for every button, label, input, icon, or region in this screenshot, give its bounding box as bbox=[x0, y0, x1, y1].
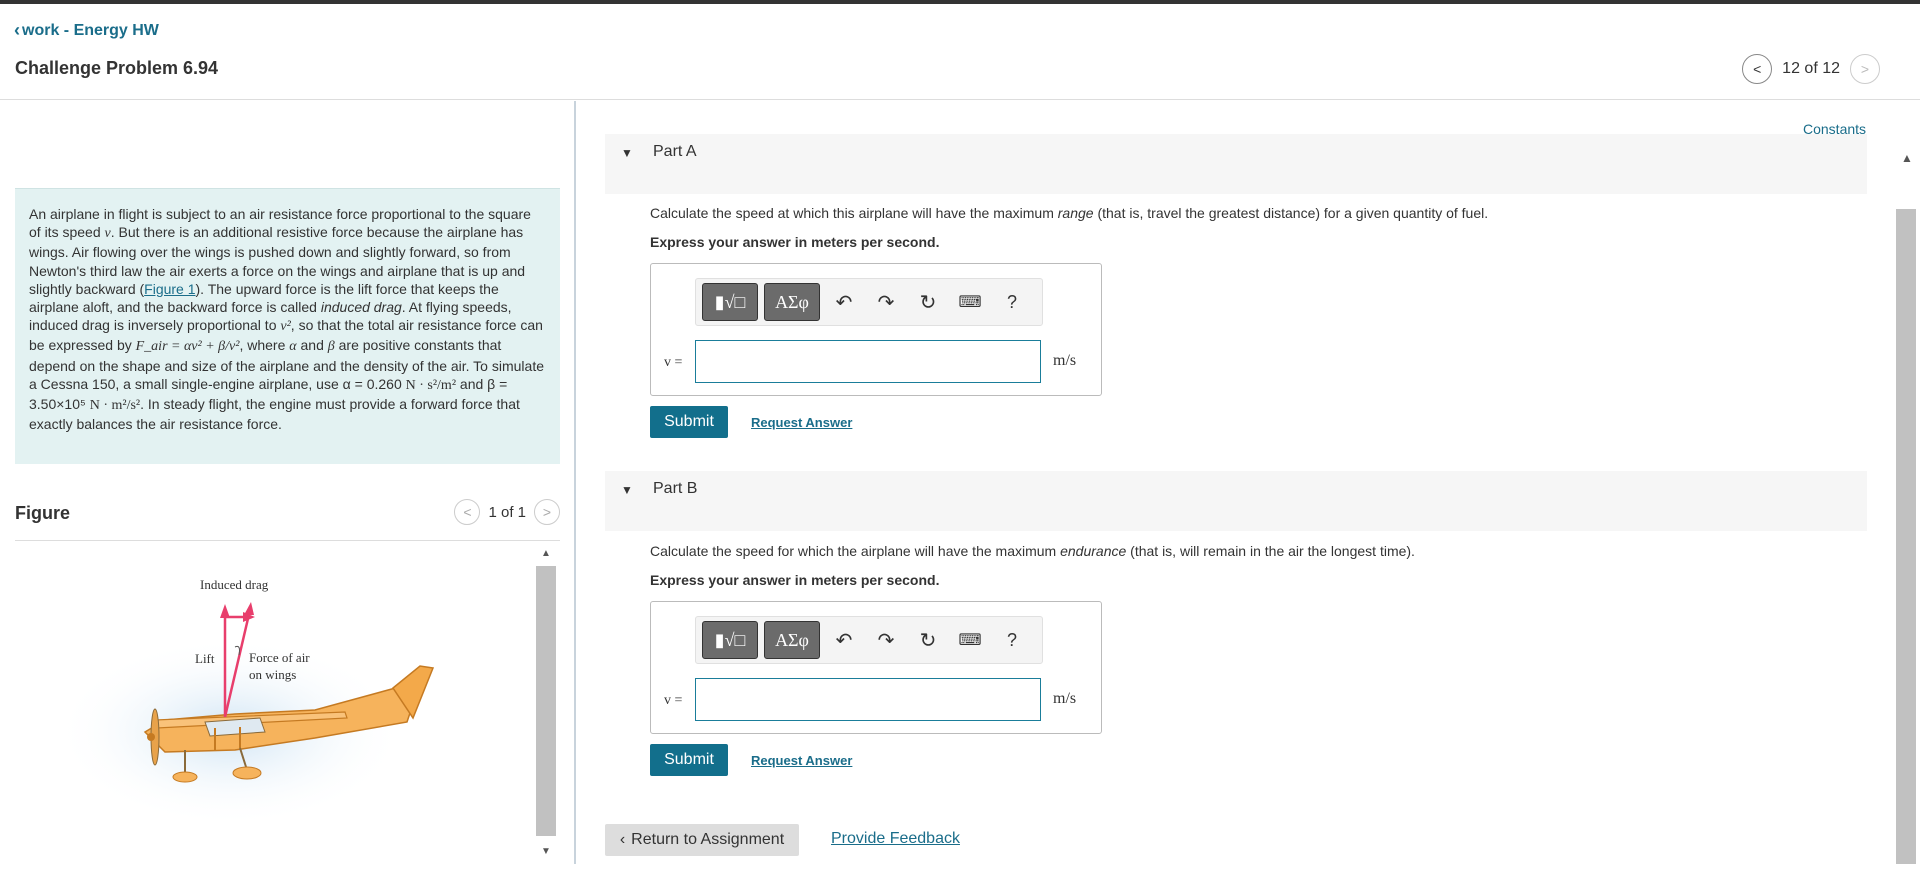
redo-icon[interactable]: ↷ bbox=[868, 290, 904, 315]
propeller-hub bbox=[147, 733, 155, 741]
question-emphasis: range bbox=[1057, 205, 1094, 221]
templates-button[interactable]: ▮√□ bbox=[702, 621, 758, 659]
part-a-answer-input[interactable] bbox=[695, 340, 1041, 383]
keyboard-icon[interactable]: ⌨ bbox=[952, 630, 988, 650]
page-title: Challenge Problem 6.94 bbox=[15, 58, 219, 78]
induced-drag-term: induced drag bbox=[320, 299, 402, 316]
part-b-header[interactable]: ▼ Part B bbox=[605, 471, 1867, 531]
part-b-question: Calculate the speed for which the airpla… bbox=[650, 543, 1415, 559]
collapse-triangle-icon[interactable]: ▼ bbox=[621, 483, 633, 497]
label-on-wings: on wings bbox=[249, 667, 296, 682]
part-b-answer-box: ▮√□ ΑΣφ ↶ ↷ ↻ ⌨ ? v = m/s bbox=[650, 601, 1102, 734]
problem-intro: An airplane in flight is subject to an a… bbox=[15, 188, 560, 464]
symbol-beta: β bbox=[327, 339, 335, 355]
templates-button[interactable]: ▮√□ bbox=[702, 283, 758, 321]
part-b-answer-input[interactable] bbox=[695, 678, 1041, 721]
question-emphasis: endurance bbox=[1060, 543, 1127, 559]
question-text: (that is, travel the greatest distance) … bbox=[1093, 205, 1489, 221]
redo-icon[interactable]: ↷ bbox=[868, 628, 904, 653]
part-a-answer-box: ▮√□ ΑΣφ ↶ ↷ ↻ ⌨ ? v = m/s bbox=[650, 263, 1102, 396]
part-b-submit-button[interactable]: Submit bbox=[650, 744, 728, 776]
figure-1-link[interactable]: Figure 1 bbox=[144, 281, 195, 297]
chevron-left-icon: ‹ bbox=[14, 20, 20, 40]
return-to-assignment-button[interactable]: ‹ Return to Assignment bbox=[605, 824, 799, 856]
scroll-up-icon[interactable]: ▲ bbox=[541, 548, 551, 559]
answer-unit: m/s bbox=[1053, 690, 1077, 707]
scroll-up-icon[interactable]: ▲ bbox=[1901, 151, 1913, 165]
label-induced-drag: Induced drag bbox=[200, 577, 269, 592]
reset-icon[interactable]: ↻ bbox=[910, 290, 946, 315]
figure-scrollbar[interactable]: ▲ ▼ bbox=[536, 544, 556, 864]
question-text: (that is, will remain in the air the lon… bbox=[1126, 543, 1415, 559]
previous-problem-button[interactable]: < bbox=[1742, 54, 1773, 84]
question-text: Calculate the speed at which this airpla… bbox=[650, 205, 1058, 221]
keyboard-icon[interactable]: ⌨ bbox=[952, 292, 988, 312]
part-title: Part A bbox=[653, 143, 697, 160]
math-toolbar: ▮√□ ΑΣφ ↶ ↷ ↻ ⌨ ? bbox=[695, 278, 1043, 326]
next-figure-button[interactable]: > bbox=[534, 499, 560, 525]
chevron-right-icon: > bbox=[1860, 61, 1870, 77]
part-a-instructions: Express your answer in meters per second… bbox=[650, 234, 940, 250]
figure-title: Figure bbox=[15, 503, 71, 523]
previous-figure-button[interactable]: < bbox=[454, 499, 481, 525]
part-b-request-answer-link[interactable]: Request Answer bbox=[751, 753, 852, 768]
alpha-value: α = 0.260 bbox=[342, 375, 402, 392]
back-link-label: work - Energy HW bbox=[22, 21, 159, 39]
answer-variable-label: v = bbox=[664, 355, 683, 370]
alpha-unit: N · s²/m² bbox=[405, 377, 457, 393]
airplane-figure: Induced drag Lift Force of air on wings bbox=[55, 577, 435, 827]
part-a-submit-button[interactable]: Submit bbox=[650, 406, 728, 438]
nose-wheel bbox=[172, 771, 198, 783]
reset-icon[interactable]: ↻ bbox=[910, 628, 946, 653]
part-a-question: Calculate the speed at which this airpla… bbox=[650, 205, 1488, 221]
part-a-request-answer-link[interactable]: Request Answer bbox=[751, 415, 852, 430]
chevron-left-icon: < bbox=[463, 504, 472, 520]
part-b-instructions: Express your answer in meters per second… bbox=[650, 572, 940, 588]
problem-pager-text: 12 of 12 bbox=[1782, 60, 1840, 77]
panel-divider[interactable] bbox=[574, 101, 576, 864]
intro-text: and bbox=[456, 375, 488, 392]
undo-icon[interactable]: ↶ bbox=[826, 290, 862, 315]
main-wheel bbox=[232, 766, 262, 780]
symbol-v-squared: v² bbox=[280, 319, 291, 335]
main-scroll-thumb[interactable] bbox=[1896, 209, 1916, 864]
return-label: Return to Assignment bbox=[631, 831, 785, 848]
greek-symbols-button[interactable]: ΑΣφ bbox=[764, 283, 820, 321]
scroll-down-icon[interactable]: ▼ bbox=[541, 846, 551, 857]
answer-variable-label: v = bbox=[664, 693, 683, 708]
help-button[interactable]: ? bbox=[994, 630, 1030, 651]
math-toolbar: ▮√□ ΑΣφ ↶ ↷ ↻ ⌨ ? bbox=[695, 616, 1043, 664]
label-lift: Lift bbox=[195, 651, 215, 666]
beta-unit: N · m²/s² bbox=[89, 398, 141, 414]
part-a-header[interactable]: ▼ Part A bbox=[605, 134, 1867, 194]
figure-image: Induced drag Lift Force of air on wings bbox=[15, 542, 560, 864]
back-to-assignment-link[interactable]: ‹ work - Energy HW bbox=[14, 20, 159, 41]
question-text: Calculate the speed for which the airpla… bbox=[650, 543, 1061, 559]
header: ‹ work - Energy HW Challenge Problem 6.9… bbox=[0, 4, 1920, 100]
air-force-formula: F_air = αv² + β/v² bbox=[135, 339, 240, 355]
help-button[interactable]: ? bbox=[994, 292, 1030, 313]
figure-scroll-thumb[interactable] bbox=[536, 566, 556, 836]
figure-pager: < 1 of 1 > bbox=[454, 499, 560, 525]
main-scrollbar[interactable]: ▲ bbox=[1896, 147, 1916, 864]
figure-header: Figure < 1 of 1 > bbox=[15, 499, 560, 541]
collapse-triangle-icon[interactable]: ▼ bbox=[621, 146, 633, 160]
provide-feedback-link[interactable]: Provide Feedback bbox=[831, 830, 960, 848]
figure-pager-text: 1 of 1 bbox=[488, 503, 526, 521]
problem-pager: < 12 of 12 > bbox=[1742, 54, 1880, 84]
left-panel: An airplane in flight is subject to an a… bbox=[0, 101, 574, 864]
next-problem-button[interactable]: > bbox=[1850, 54, 1880, 84]
symbol-alpha: α bbox=[289, 339, 297, 355]
part-title: Part B bbox=[653, 480, 698, 497]
air-force-arrowhead bbox=[244, 602, 254, 615]
intro-text: , where bbox=[239, 337, 290, 354]
label-force-of-air: Force of air bbox=[249, 650, 310, 665]
chevron-left-icon: < bbox=[1753, 61, 1762, 77]
intro-text: and bbox=[296, 337, 328, 354]
chevron-right-icon: > bbox=[542, 504, 552, 520]
undo-icon[interactable]: ↶ bbox=[826, 628, 862, 653]
chevron-left-icon: ‹ bbox=[619, 831, 626, 848]
greek-symbols-button[interactable]: ΑΣφ bbox=[764, 621, 820, 659]
answer-unit: m/s bbox=[1053, 352, 1077, 369]
